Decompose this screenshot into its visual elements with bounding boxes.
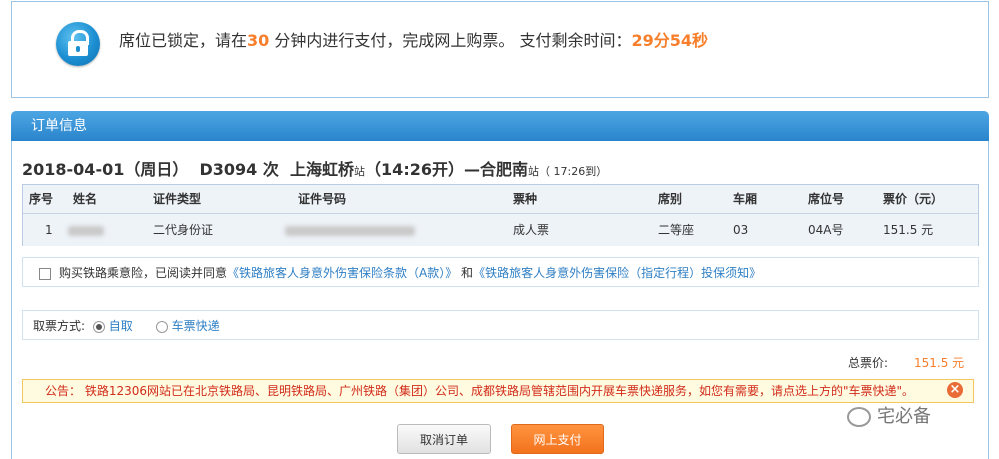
from-station-suffix: 站 [354,165,366,178]
row-car: 03 [733,223,749,237]
insurance-terms-link[interactable]: 《铁路旅客人身意外伤害保险条款（A款）》 [227,266,457,280]
total-price-label: 总票价: [848,356,889,370]
row-ticket-type: 成人票 [513,223,550,237]
insurance-checkbox[interactable] [39,267,51,280]
insurance-text: 购买铁路乘意险，已阅读并同意 [59,266,228,280]
close-icon[interactable]: × [947,382,963,398]
col-index: 序号 [29,192,54,206]
col-id-number: 证件号码 [298,192,347,206]
cancel-order-button[interactable]: 取消订单 [397,424,491,454]
col-seat-class: 席别 [658,192,683,206]
watermark: 宅必备 [847,402,931,428]
col-ticket-type: 票种 [513,192,538,206]
lock-icon [56,22,100,66]
row-id-number-redacted [285,214,415,246]
to-station-suffix: 站 [528,165,539,178]
table-row: 1 二代身份证 成人票 二等座 03 04A号 151.5 元 [23,214,978,246]
lock-message: 席位已锁定，请在30 分钟内进行支付，完成网上购票。 支付剩余时间：29分54秒 [119,27,708,51]
total-price-value: 151.5 元 [914,356,965,370]
announcement-text: 公告： 铁路12306网站已在北京铁路局、昆明铁路局、广州铁路（集团）公司、成都… [45,384,915,398]
from-station: 上海虹桥 [290,160,355,179]
lock-text-before: 席位已锁定，请在 [119,31,248,50]
trip-summary: 2018-04-01（周日） D3094 次 上海虹桥站（14:26开）—合肥南… [22,156,607,180]
online-pay-button[interactable]: 网上支付 [511,424,604,454]
to-station: 合肥南 [479,160,528,179]
wechat-icon [847,407,871,427]
pickup-express-label[interactable]: 车票快递 [172,319,220,333]
announcement-bar: 公告： 铁路12306网站已在北京铁路局、昆明铁路局、广州铁路（集团）公司、成都… [22,379,974,403]
col-id-type: 证件类型 [153,192,202,206]
row-price: 151.5 元 [883,223,934,237]
insurance-and: 和 [457,266,474,280]
watermark-text: 宅必备 [877,406,931,427]
row-name-redacted [68,214,104,246]
order-info-title: 订单信息 [31,118,87,134]
col-car: 车厢 [733,192,758,206]
col-price: 票价（元） [883,192,944,206]
table-header: 序号 姓名 证件类型 证件号码 票种 席别 车厢 席位号 票价（元） [23,185,978,214]
pickup-label: 取票方式: [33,319,86,333]
arrive-time: （ 17:26到） [539,165,608,178]
row-index: 1 [45,223,53,237]
lock-text-middle: 分钟内进行支付，完成网上购票。 支付剩余时间： [269,31,632,50]
train-number: D3094 次 [199,160,279,179]
insurance-notice-link[interactable]: 《铁路旅客人身意外伤害保险（指定行程）投保须知》 [473,266,761,280]
depart-time: （14:26开）— [365,160,480,179]
pickup-method: 取票方式: 自取 车票快递 [22,310,979,340]
row-seat-class: 二等座 [658,223,695,237]
payment-minutes: 30 [247,31,270,50]
row-seat-no: 04A号 [808,223,844,237]
pickup-express-radio[interactable] [155,320,168,333]
remaining-time: 29分54秒 [631,31,709,50]
col-seat-no: 席位号 [808,192,845,206]
insurance-option: 购买铁路乘意险，已阅读并同意《铁路旅客人身意外伤害保险条款（A款）》 和《铁路旅… [22,257,979,287]
row-id-type: 二代身份证 [153,223,214,237]
order-info-header: 订单信息 [11,111,989,141]
pickup-self-radio[interactable] [92,320,105,333]
col-name: 姓名 [73,192,98,206]
passenger-table: 序号 姓名 证件类型 证件号码 票种 席别 车厢 席位号 票价（元） 1 二代身… [22,184,979,246]
pickup-self-label[interactable]: 自取 [109,319,133,333]
trip-date: 2018-04-01（周日） [22,160,189,179]
